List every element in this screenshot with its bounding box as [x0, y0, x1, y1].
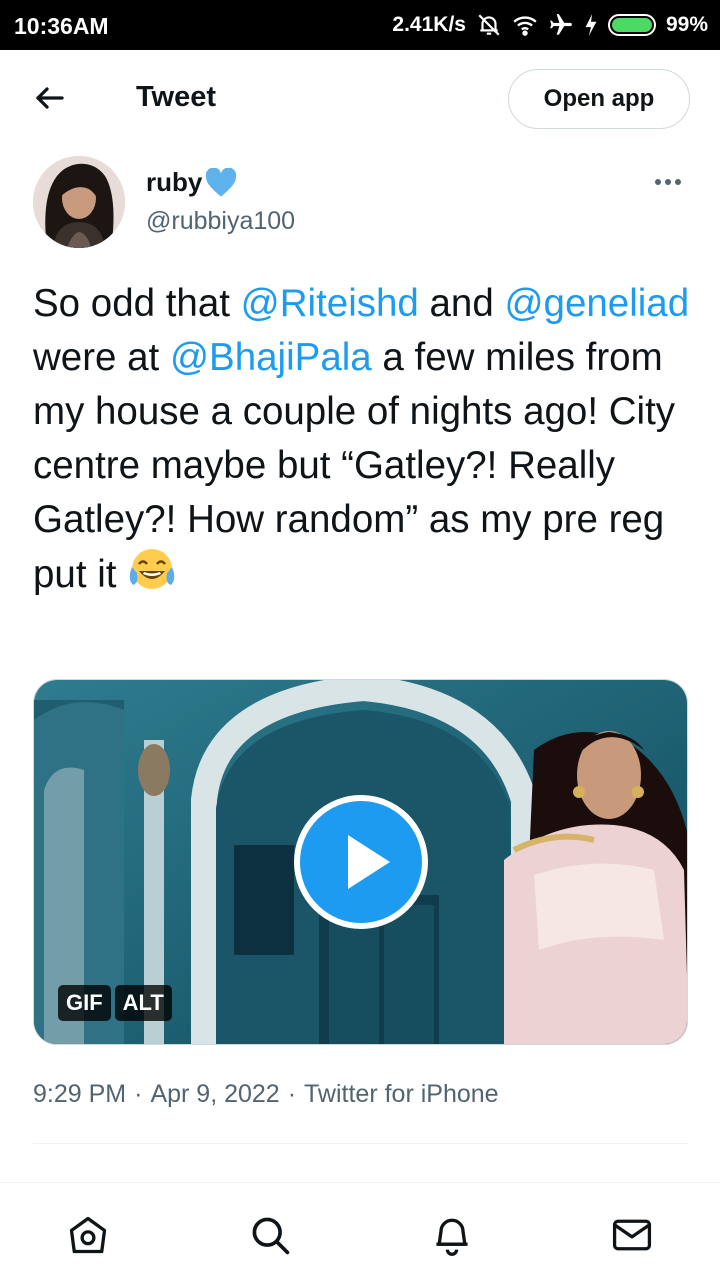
tears-of-joy-emoji-icon — [129, 549, 175, 589]
meta-separator: · — [134, 1080, 143, 1108]
network-speed: 2.41K/s — [392, 13, 466, 36]
media-badges: GIF ALT — [58, 985, 172, 1021]
open-app-button[interactable]: Open app — [508, 69, 690, 129]
notifications-icon[interactable] — [430, 1213, 474, 1257]
tweet-time[interactable]: 9:29 PM — [33, 1080, 126, 1109]
tweet-text: So odd that @Riteishd and @geneliad were… — [33, 277, 693, 602]
tweet-text-part: and — [418, 282, 505, 325]
display-name-text: ruby — [146, 167, 203, 197]
display-name[interactable]: ruby — [146, 167, 238, 198]
home-icon[interactable] — [66, 1213, 110, 1257]
meta-separator: · — [287, 1080, 297, 1108]
mute-icon — [478, 14, 500, 36]
avatar[interactable] — [33, 156, 125, 248]
alt-badge[interactable]: ALT — [114, 985, 172, 1021]
status-icons: 2.41K/s 99% — [392, 10, 708, 40]
gif-media[interactable]: GIF ALT — [33, 679, 688, 1045]
play-icon — [348, 835, 390, 889]
status-time: 10:36AM — [14, 13, 109, 39]
charging-icon — [585, 14, 597, 36]
battery-icon — [607, 14, 656, 36]
mention-link[interactable]: @Riteishd — [241, 282, 419, 325]
mention-link[interactable]: @BhajiPala — [170, 336, 372, 379]
top-bar: Tweet Open app — [0, 50, 720, 148]
bottom-nav — [0, 1182, 720, 1280]
airplane-icon — [550, 14, 572, 35]
tweet-text-part: So odd that — [33, 282, 241, 325]
messages-icon[interactable] — [610, 1213, 654, 1257]
status-bar: 10:36AM 2.41K/s 99% — [0, 0, 720, 50]
back-arrow-icon[interactable] — [32, 80, 68, 116]
gif-badge: GIF — [58, 985, 111, 1021]
search-icon[interactable] — [248, 1213, 292, 1257]
blue-heart-icon — [206, 167, 237, 197]
play-button[interactable] — [294, 795, 428, 929]
battery-percent: 99% — [665, 13, 708, 36]
tweet-meta: 9:29 PM · Apr 9, 2022 · Twitter for iPho… — [33, 1080, 499, 1109]
mention-link[interactable]: @geneliad — [504, 282, 689, 325]
avatar-image — [33, 156, 125, 248]
page-title: Tweet — [136, 81, 217, 113]
tweet-text-part: were at — [33, 336, 170, 379]
wifi-icon — [513, 16, 537, 36]
divider — [33, 1143, 688, 1144]
more-options-icon[interactable] — [650, 168, 686, 196]
tweet-source[interactable]: Twitter for iPhone — [304, 1080, 499, 1109]
tweet-date[interactable]: Apr 9, 2022 — [150, 1080, 279, 1109]
user-handle[interactable]: @rubbiya100 — [146, 207, 295, 236]
